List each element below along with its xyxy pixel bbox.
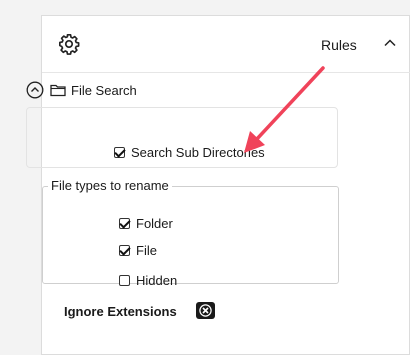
panel-header[interactable]: Rules [42, 16, 410, 73]
file-checkbox[interactable] [119, 245, 130, 256]
folder-icon [50, 84, 66, 97]
ignore-extensions-clear-button[interactable] [196, 302, 215, 319]
file-type-folder-row[interactable]: Folder [119, 216, 173, 231]
file-types-group [42, 186, 339, 284]
file-search-header[interactable]: File Search [26, 80, 137, 100]
hidden-checkbox[interactable] [119, 275, 130, 286]
clear-icon [199, 304, 212, 317]
file-type-file-row[interactable]: File [119, 243, 157, 258]
file-label: File [136, 243, 157, 258]
panel-title: Rules [321, 37, 357, 53]
ignore-extensions-label: Ignore Extensions [64, 304, 177, 319]
folder-label: Folder [136, 216, 173, 231]
folder-checkbox[interactable] [119, 218, 130, 229]
chevron-up-icon[interactable] [382, 35, 398, 51]
circle-chevron-up-icon[interactable] [26, 81, 44, 99]
search-sub-directories-row[interactable]: Search Sub Directories [114, 145, 265, 160]
file-types-legend: File types to rename [48, 178, 172, 193]
file-type-hidden-row[interactable]: Hidden [119, 273, 177, 288]
hidden-label: Hidden [136, 273, 178, 288]
file-search-title: File Search [71, 82, 137, 98]
gear-icon [59, 34, 80, 55]
search-sub-directories-checkbox[interactable] [114, 147, 125, 158]
search-sub-directories-label: Search Sub Directories [131, 145, 265, 160]
